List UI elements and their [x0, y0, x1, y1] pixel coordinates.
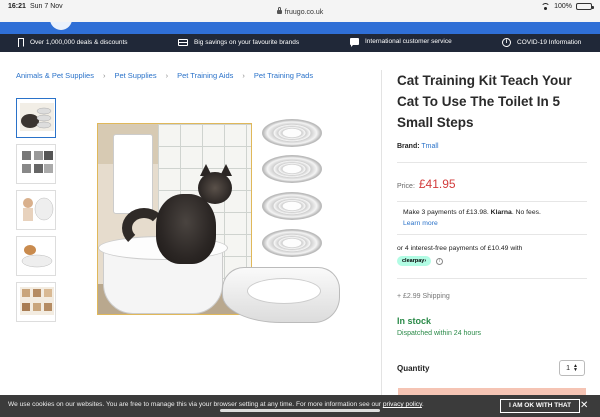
promo-savings-label: Big savings on your favourite brands [194, 38, 300, 46]
stock-status: In stock [397, 316, 432, 326]
product-title: Cat Training Kit Teach Your Cat To Use T… [397, 73, 572, 130]
thumbnail-4[interactable] [16, 236, 56, 276]
breadcrumb-item[interactable]: Pet Supplies [114, 71, 156, 80]
promo-deals-label: Over 1,000,000 deals & discounts [30, 39, 128, 46]
logo-fragment[interactable] [50, 22, 72, 30]
promo-savings[interactable]: Big savings on your favourite brands [178, 38, 299, 46]
thumbnail-5[interactable] [16, 282, 56, 322]
clearpay-panel: or 4 interest-free payments of £10.49 wi… [397, 245, 587, 266]
column-divider [381, 70, 382, 400]
home-indicator[interactable] [220, 409, 380, 412]
lock-icon [276, 7, 282, 14]
info-icon[interactable]: i [436, 257, 444, 265]
address-bar[interactable]: fruugo.co.uk [0, 7, 600, 16]
training-rings-image [222, 117, 347, 323]
product-price: Price: £41.95 [397, 177, 587, 191]
chat-icon [350, 38, 359, 47]
product-info: Cat Training Kit Teach Your Cat To Use T… [397, 70, 587, 337]
dispatch-info: Dispatched within 24 hours [397, 330, 482, 337]
klarna-brand: Klarna [490, 209, 512, 216]
address-url: fruugo.co.uk [284, 9, 324, 16]
bookmark-icon [18, 38, 25, 48]
thumbnail-image [20, 241, 54, 269]
thumbnail-image [20, 103, 54, 131]
info-icon: i [502, 38, 511, 47]
thumbnail-image [20, 149, 54, 177]
promo-service-label: International customer service [365, 38, 452, 45]
cookie-banner: We use cookies on our websites. You are … [0, 395, 600, 417]
thumbnail-2[interactable] [16, 144, 56, 184]
clearpay-logo: clearpay› [397, 256, 432, 266]
divider [397, 278, 587, 279]
klarna-panel: Make 3 payments of £13.98. Klarna. No fe… [397, 201, 587, 235]
price-amount: £41.95 [418, 177, 456, 191]
training-ring [262, 119, 322, 147]
promo-covid-label: COVID-19 Information [517, 39, 582, 46]
chevron-updown-icon: ▲ ▼ [572, 363, 578, 373]
privacy-policy-link[interactable]: privacy policy [383, 401, 422, 408]
product-brand: Brand: Tmall [397, 143, 587, 150]
wifi-icon [541, 3, 551, 10]
promo-customer-service[interactable]: International customer service [350, 38, 452, 47]
cookie-text: We use cookies on our websites. You are … [8, 401, 383, 408]
breadcrumb: Animals & Pet Supplies › Pet Supplies › … [16, 71, 313, 80]
training-ring [262, 229, 322, 257]
toilet-tank [113, 134, 153, 214]
breadcrumb-separator: › [165, 71, 169, 80]
price-label: Price: [397, 183, 415, 190]
promo-deals[interactable]: Over 1,000,000 deals & discounts [18, 38, 128, 48]
quantity-row: Quantity 1 ▲ ▼ [397, 360, 585, 376]
quantity-value: 1 [566, 364, 570, 372]
breadcrumb-item[interactable]: Pet Training Pads [254, 71, 313, 80]
battery-percent: 100% [554, 3, 572, 10]
promo-bar: Over 1,000,000 deals & discounts Big sav… [0, 34, 600, 52]
cat-body [156, 194, 216, 264]
battery-icon [576, 3, 594, 10]
breadcrumb-item[interactable]: Pet Training Aids [177, 71, 233, 80]
training-seat-base [222, 267, 340, 323]
training-ring [262, 192, 322, 220]
klarna-text-post: . No fees. [511, 209, 541, 216]
promo-covid[interactable]: i COVID-19 Information [502, 38, 581, 47]
thumbnail-image [20, 195, 54, 223]
close-icon[interactable]: ✕ [580, 399, 588, 413]
breadcrumb-separator: › [242, 71, 245, 80]
shipping-cost: + £2.99 Shipping [397, 293, 450, 300]
cookie-accept-button[interactable]: I AM OK WITH THAT [500, 399, 581, 413]
brand-link[interactable]: Tmall [421, 143, 438, 150]
breadcrumb-item[interactable]: Animals & Pet Supplies [16, 71, 94, 80]
thumbnail-gallery [16, 98, 58, 328]
card-icon [178, 39, 188, 46]
quantity-label: Quantity [397, 363, 430, 373]
klarna-learn-more-link[interactable]: Learn more [403, 220, 587, 227]
status-bar: 16:21 Sun 7 Nov fruugo.co.uk 100% [0, 0, 600, 22]
thumbnail-1[interactable] [16, 98, 56, 138]
status-right: 100% [541, 3, 594, 10]
site-header [0, 22, 600, 34]
training-ring [262, 155, 322, 183]
thumbnail-image [20, 287, 54, 315]
breadcrumb-separator: › [102, 71, 106, 80]
brand-label: Brand: [397, 143, 420, 150]
clearpay-text: or 4 interest-free payments of £10.49 wi… [397, 245, 523, 252]
klarna-text-pre: Make 3 payments of £13.98. [403, 209, 491, 216]
divider [397, 162, 587, 163]
quantity-select[interactable]: 1 ▲ ▼ [559, 360, 585, 376]
cookie-message: We use cookies on our websites. You are … [8, 401, 424, 408]
thumbnail-3[interactable] [16, 190, 56, 230]
